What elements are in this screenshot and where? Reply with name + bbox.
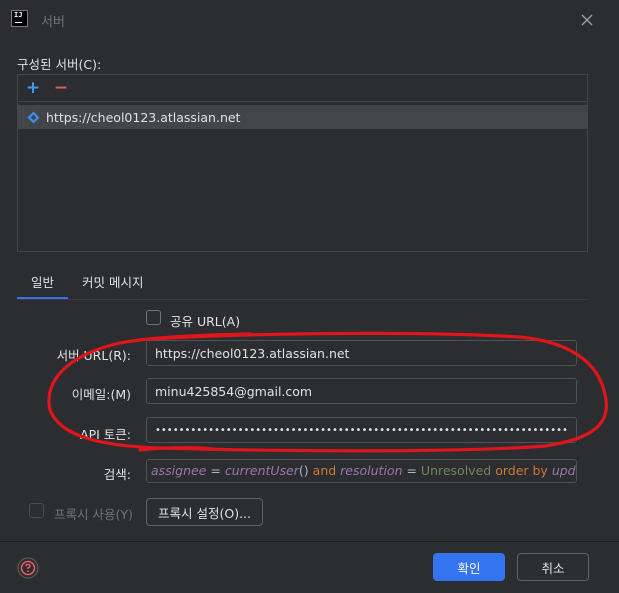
query-keyword-order: order by (491, 463, 552, 478)
window-title: 서버 (41, 15, 65, 30)
search-query-input[interactable]: assignee = currentUser() and resolution … (146, 459, 577, 483)
api-token-label: API 토큰: (80, 427, 131, 442)
api-token-input[interactable]: ••••••••••••••••••••••••••••••••••••••••… (146, 417, 577, 443)
tab-commit-message[interactable]: 커밋 메시지 (68, 266, 157, 300)
share-url-checkbox[interactable] (146, 310, 161, 325)
email-input[interactable] (146, 378, 577, 404)
share-url-label: 공유 URL(A) (170, 314, 241, 329)
help-icon[interactable] (17, 557, 39, 579)
add-server-button[interactable]: + (24, 79, 42, 97)
proxy-settings-button[interactable]: 프록시 설정(O)... (146, 498, 263, 526)
server-url-input[interactable] (146, 340, 577, 366)
close-icon[interactable] (577, 10, 597, 30)
settings-tabs: 일반 커밋 메시지 (17, 266, 158, 300)
query-function: currentUser (224, 463, 299, 478)
intellij-app-icon: IJ (11, 10, 28, 27)
query-paren: () (298, 463, 309, 478)
query-field-resolution: resolution (340, 463, 403, 478)
jira-diamond-icon (27, 111, 40, 123)
query-value: Unresolved (420, 463, 492, 478)
email-label: 이메일:(M) (71, 387, 131, 402)
search-label: 검색: (103, 467, 131, 482)
query-operator: = (402, 463, 421, 478)
use-proxy-checkbox[interactable] (29, 503, 44, 518)
configured-servers-panel: + − https://cheol0123.atlassian.net (17, 74, 588, 252)
app-icon-text: IJ (14, 11, 23, 19)
configured-servers-label: 구성된 서버(C): (17, 57, 102, 72)
query-operator: = (206, 463, 225, 478)
server-url-label: 서버 URL(R): (56, 348, 131, 363)
ok-button[interactable]: 확인 (433, 553, 505, 581)
query-keyword-and: and (308, 463, 341, 478)
cancel-button[interactable]: 취소 (517, 553, 589, 581)
server-list-item[interactable]: https://cheol0123.atlassian.net (18, 105, 587, 129)
server-list-item-url: https://cheol0123.atlassian.net (46, 109, 241, 125)
tabs-divider (17, 299, 588, 300)
use-proxy-label: 프록시 사용(Y) (54, 507, 133, 522)
server-list-toolbar: + − (18, 75, 587, 102)
query-field-updated: updated (551, 463, 576, 478)
query-field-assignee: assignee (151, 463, 207, 478)
remove-server-button[interactable]: − (52, 79, 70, 97)
title-bar: IJ 서버 (0, 0, 619, 40)
tab-general[interactable]: 일반 (17, 266, 69, 300)
